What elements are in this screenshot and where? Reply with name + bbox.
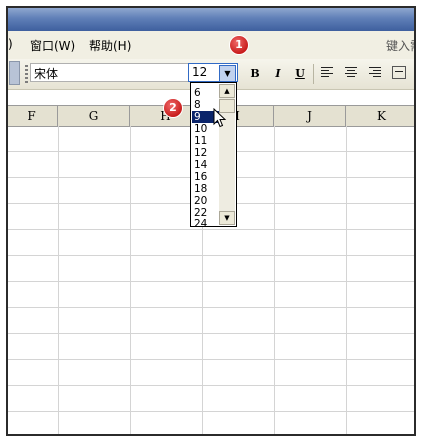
annotation-badge-1: 1 xyxy=(230,36,248,54)
grid-row-line xyxy=(8,281,414,282)
font-name-combo[interactable]: 宋体 ▼ xyxy=(30,63,204,82)
grid-column-line xyxy=(346,126,347,434)
menu-item-window[interactable]: 窗口(W) xyxy=(30,37,75,54)
align-center-icon[interactable] xyxy=(345,67,357,79)
menu-item-partial[interactable]: ) xyxy=(8,37,13,51)
grid-row-line xyxy=(8,229,414,230)
chevron-down-icon[interactable]: ▼ xyxy=(219,65,236,82)
excel-window: ) 窗口(W) 帮助(H) 键入需 宋体 ▼ 12 ▼ B I U F G H … xyxy=(6,6,416,436)
grid-row-line xyxy=(8,333,414,334)
align-left-icon[interactable] xyxy=(321,67,333,79)
toolbar-options-icon[interactable] xyxy=(9,61,20,85)
size-option[interactable]: 24 xyxy=(192,218,220,226)
annotation-badge-2: 2 xyxy=(164,99,182,117)
toolbar-separator xyxy=(313,64,314,84)
size-option[interactable]: 20 xyxy=(192,195,220,207)
column-header-j[interactable]: J xyxy=(274,106,346,126)
merge-center-icon[interactable] xyxy=(392,66,406,79)
size-option[interactable]: 6 xyxy=(192,87,220,99)
grid-row-line xyxy=(8,255,414,256)
column-header-k[interactable]: K xyxy=(346,106,414,126)
italic-button[interactable]: I xyxy=(269,65,287,83)
grid-column-line xyxy=(274,126,275,434)
size-option[interactable]: 12 xyxy=(192,147,220,159)
size-option[interactable]: 14 xyxy=(192,159,220,171)
column-header-f[interactable]: F xyxy=(8,106,58,126)
toolbar-grip-icon[interactable] xyxy=(25,65,28,83)
menu-item-help[interactable]: 帮助(H) xyxy=(89,37,131,54)
menu-bar: ) 窗口(W) 帮助(H) 键入需 xyxy=(8,31,414,60)
title-bar xyxy=(8,8,414,31)
scroll-down-icon[interactable]: ▼ xyxy=(219,211,235,225)
bold-button[interactable]: B xyxy=(246,65,264,83)
font-size-value: 12 xyxy=(192,65,208,79)
grid-row-line xyxy=(8,411,414,412)
font-size-combo[interactable]: 12 ▼ xyxy=(188,63,238,82)
grid-row-line xyxy=(8,307,414,308)
font-size-dropdown-list[interactable]: 6 8 9 10 11 12 14 16 18 20 22 24 ▲ ▼ xyxy=(190,82,237,227)
underline-button[interactable]: U xyxy=(291,65,309,83)
scroll-up-icon[interactable]: ▲ xyxy=(219,84,235,98)
mouse-pointer-icon xyxy=(213,108,227,128)
align-right-icon[interactable] xyxy=(369,67,381,79)
grid-row-line xyxy=(8,359,414,360)
dropdown-scrollbar[interactable]: ▲ ▼ xyxy=(219,84,235,225)
size-option[interactable]: 11 xyxy=(192,135,220,147)
grid-column-line xyxy=(130,126,131,434)
size-option[interactable]: 18 xyxy=(192,183,220,195)
column-header-g[interactable]: G xyxy=(58,106,130,126)
help-search-hint[interactable]: 键入需 xyxy=(386,37,414,54)
grid-row-line xyxy=(8,385,414,386)
size-option[interactable]: 16 xyxy=(192,171,220,183)
grid-column-line xyxy=(58,126,59,434)
font-name-value: 宋体 xyxy=(34,67,59,81)
